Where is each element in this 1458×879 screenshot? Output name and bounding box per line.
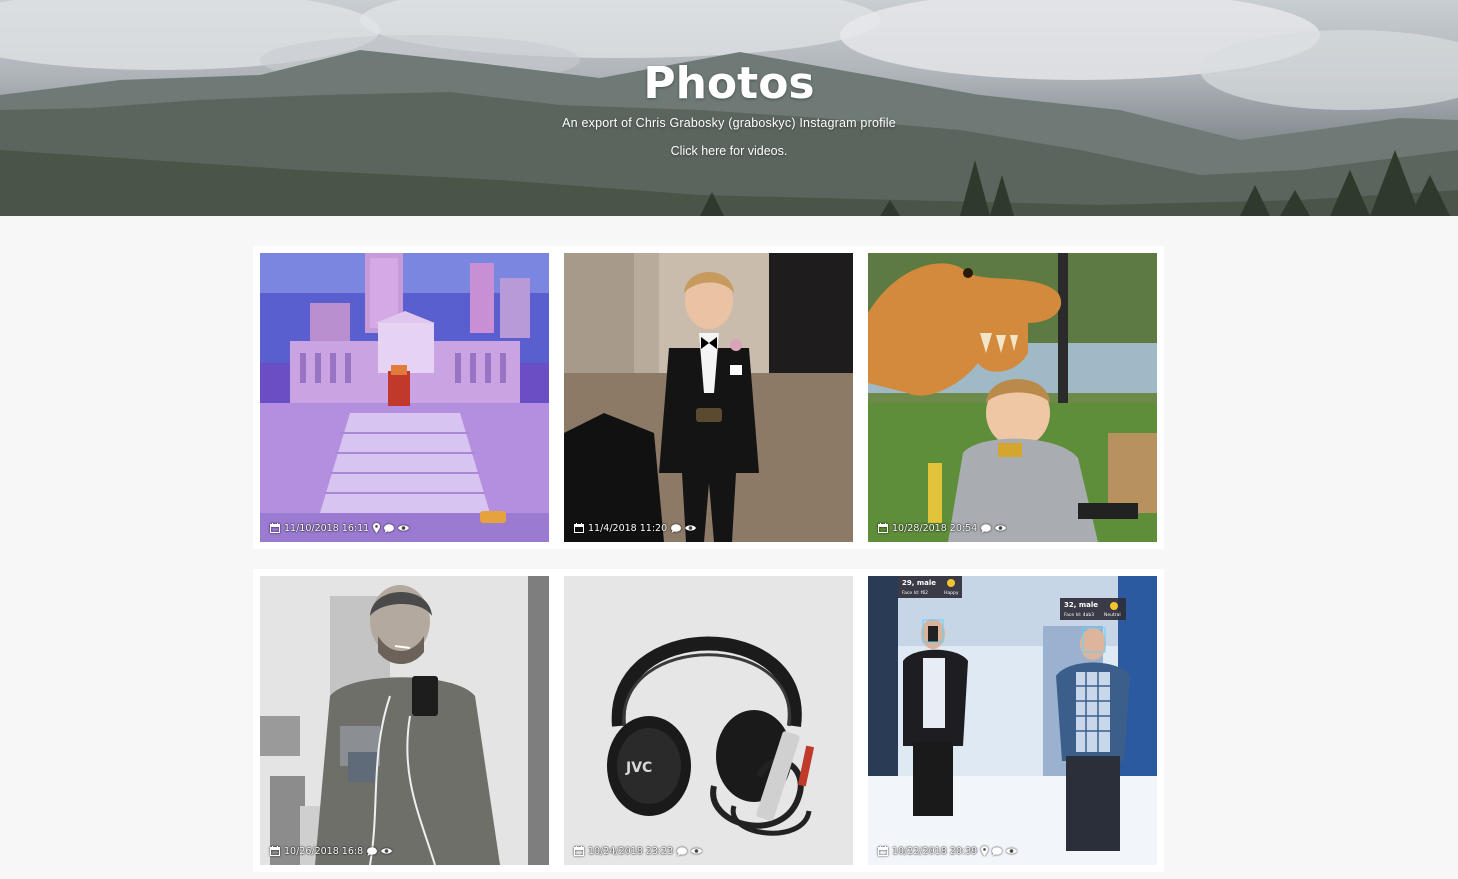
calendar-icon [574,523,584,533]
calendar-icon [270,846,280,856]
photo-meta: 10/28/2018 20:54 [878,522,1007,534]
photo-card[interactable]: 10/28/2018 20:54 [868,253,1157,542]
location-pin-icon[interactable] [373,523,381,533]
page-title: Photos [643,58,815,109]
face-tag-age: 32, male [1064,601,1098,609]
page-subtitle: An export of Chris Grabosky (graboskyc) … [562,116,896,130]
photo-image[interactable]: 29, male Face Id: f62 Happy 32, male Fac… [868,576,1157,865]
photo-meta: 10/24/2018 23:23 [574,845,703,857]
emoji-icon [1110,602,1118,610]
hero-text: Photos An export of Chris Grabosky (grab… [0,0,1458,160]
photo-card[interactable]: 11/10/2018 16:11 [260,253,549,542]
eye-icon[interactable] [995,524,1007,532]
photo-date: 10/24/2018 23:23 [588,845,674,857]
photo-meta: 11/10/2018 16:11 [270,522,410,534]
calendar-icon [270,523,280,533]
eye-icon[interactable] [685,524,697,532]
face-tag-id: Face Id: f62 [902,590,928,596]
comment-icon[interactable] [367,846,378,856]
photo-card[interactable]: 10/26/2018 16:8 [260,576,549,865]
photo-card[interactable]: JVC 10/24/2018 23:23 [564,576,853,865]
face-tag-mood: Neutral [1104,612,1121,618]
calendar-icon [878,846,888,856]
comment-icon[interactable] [992,846,1003,856]
face-tag-mood: Happy [944,590,959,596]
photo-date: 10/28/2018 20:54 [892,522,978,534]
eye-icon[interactable] [398,524,410,532]
hero-banner: Photos An export of Chris Grabosky (grab… [0,0,1458,216]
photo-date: 11/4/2018 11:20 [588,522,668,534]
photo-image[interactable] [564,253,853,542]
photo-image[interactable] [260,576,549,865]
comment-icon[interactable] [981,523,992,533]
gallery-row: 11/10/2018 16:11 11/4/2018 11:20 10/28/2… [253,246,1164,549]
eye-icon[interactable] [691,847,703,855]
photo-date: 11/10/2018 16:11 [284,522,370,534]
calendar-icon [574,846,584,856]
location-pin-icon[interactable] [981,846,989,856]
face-tag-id: Face Id: 4ab3 [1064,612,1094,618]
eye-icon[interactable] [1006,847,1018,855]
photo-meta: 10/26/2018 16:8 [270,845,393,857]
photo-date: 10/22/2018 20:39 [892,845,978,857]
photo-meta: 11/4/2018 11:20 [574,522,697,534]
photo-image[interactable] [868,253,1157,542]
photo-image[interactable]: JVC [564,576,853,865]
comment-icon[interactable] [384,523,395,533]
photo-meta: 10/22/2018 20:39 [878,845,1018,857]
photo-date: 10/26/2018 16:8 [284,845,364,857]
face-tag-age: 29, male [902,579,936,587]
eye-icon[interactable] [381,847,393,855]
photo-card[interactable]: 29, male Face Id: f62 Happy 32, male Fac… [868,576,1157,865]
videos-link[interactable]: Click here for videos. [671,142,788,160]
comment-icon[interactable] [671,523,682,533]
comment-icon[interactable] [677,846,688,856]
photo-image[interactable] [260,253,549,542]
emoji-icon [947,579,955,587]
gallery-row: 10/26/2018 16:8 JVC 10/24/2018 23:23 29,… [253,569,1164,872]
calendar-icon [878,523,888,533]
photo-card[interactable]: 11/4/2018 11:20 [564,253,853,542]
jvc-logo: JVC [625,760,652,776]
